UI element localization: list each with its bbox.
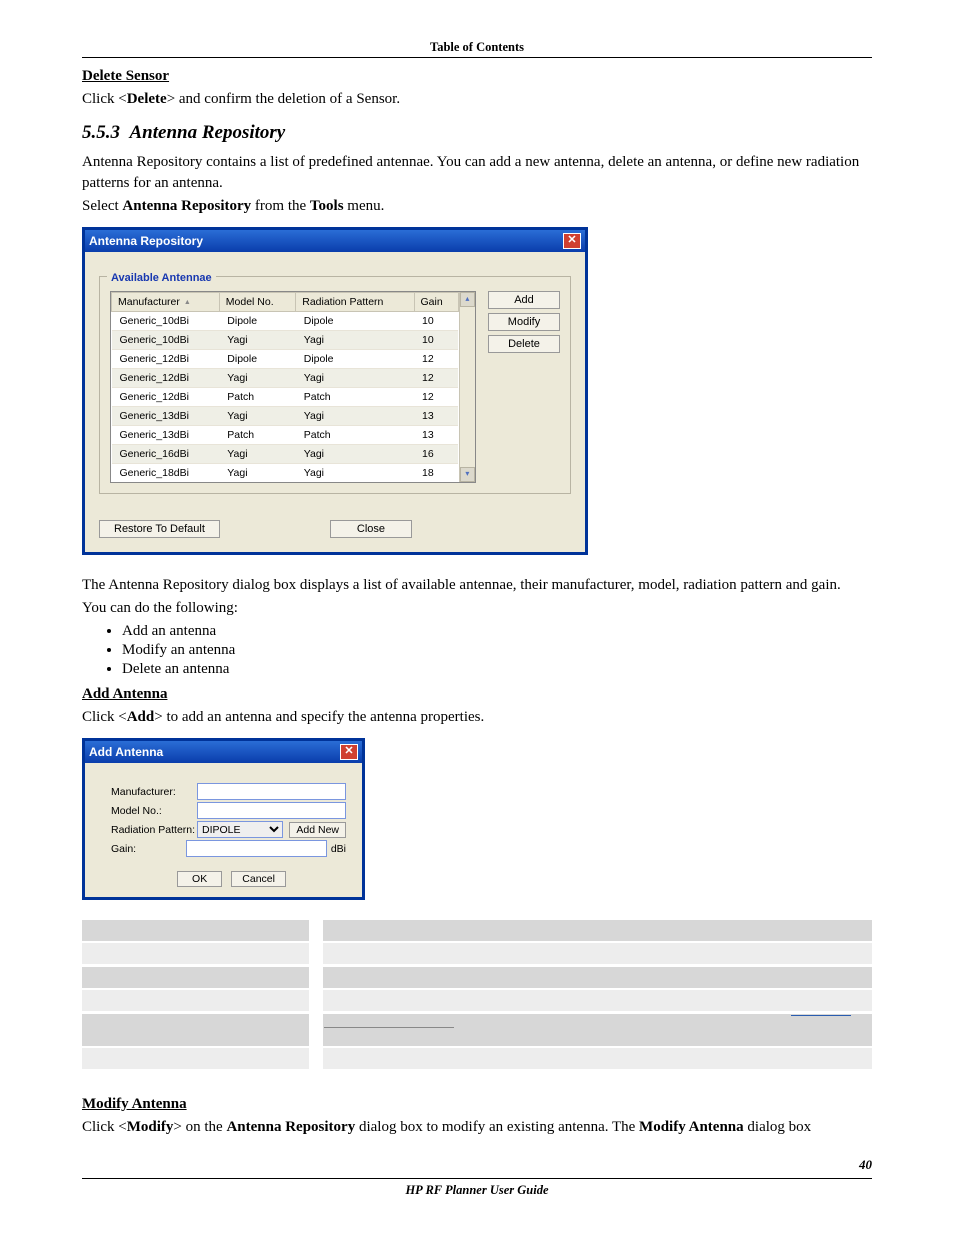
para-delete-sensor: Click <Delete> and confirm the deletion … (82, 89, 872, 110)
table-row[interactable]: Generic_13dBiPatchPatch13 (112, 426, 459, 445)
table-row[interactable]: Generic_10dBiYagiYagi10 (112, 331, 459, 350)
table-row[interactable]: Generic_12dBiPatchPatch12 (112, 388, 459, 407)
antenna-repository-dialog: Antenna Repository ✕ Available Antennae … (82, 227, 588, 555)
page-number: 40 (859, 1157, 872, 1173)
para-can-do: You can do the following: (82, 598, 872, 619)
scrollbar[interactable]: ▴ ▾ (459, 292, 475, 482)
close-icon[interactable]: ✕ (563, 233, 581, 249)
heading-antenna-repository: 5.5.3 Antenna Repository (82, 122, 872, 144)
para-add-antenna: Click <Add> to add an antenna and specif… (82, 707, 872, 728)
scroll-down-icon[interactable]: ▾ (460, 467, 475, 482)
scroll-up-icon[interactable]: ▴ (460, 292, 475, 307)
delete-button[interactable]: Delete (488, 335, 560, 353)
unit-dbi: dBi (331, 843, 346, 855)
add-antenna-dialog: Add Antenna ✕ Manufacturer: Model No.: R… (82, 738, 365, 900)
col-pattern[interactable]: Radiation Pattern (296, 293, 414, 312)
dialog-title: Add Antenna (89, 745, 163, 759)
group-label: Available Antennae (107, 272, 216, 284)
footer: 40 HP RF Planner User Guide (82, 1178, 872, 1198)
col-model[interactable]: Model No. (219, 293, 295, 312)
ok-button[interactable]: OK (177, 871, 222, 887)
dialog-title: Antenna Repository (89, 234, 203, 248)
placeholder-table (82, 920, 872, 1072)
col-gain[interactable]: Gain (414, 293, 458, 312)
col-manufacturer[interactable]: Manufacturer▲ (112, 293, 220, 312)
cancel-button[interactable]: Cancel (231, 871, 286, 887)
add-button[interactable]: Add (488, 291, 560, 309)
link-placeholder (791, 1015, 851, 1016)
antenna-table: Manufacturer▲ Model No. Radiation Patter… (111, 292, 459, 482)
table-row[interactable]: Generic_18dBiYagiYagi18 (112, 464, 459, 483)
list-item: Modify an antenna (122, 642, 872, 659)
bullet-list: Add an antenna Modify an antenna Delete … (122, 623, 872, 678)
modify-button[interactable]: Modify (488, 313, 560, 331)
table-row[interactable]: Generic_13dBiYagiYagi13 (112, 407, 459, 426)
table-row[interactable]: Generic_12dBiYagiYagi12 (112, 369, 459, 388)
manufacturer-input[interactable] (197, 783, 346, 800)
sort-asc-icon: ▲ (184, 299, 191, 306)
restore-default-button[interactable]: Restore To Default (99, 520, 220, 538)
label-model: Model No.: (111, 805, 197, 817)
para-modify-antenna: Click <Modify> on the Antenna Repository… (82, 1117, 872, 1138)
table-row[interactable]: Generic_16dBiYagiYagi16 (112, 445, 459, 464)
para-repo-desc: Antenna Repository contains a list of pr… (82, 152, 872, 194)
para-after-repo: The Antenna Repository dialog box displa… (82, 575, 872, 596)
table-row[interactable]: Generic_10dBiDipoleDipole10 (112, 312, 459, 331)
heading-delete-sensor: Delete Sensor (82, 68, 872, 85)
label-pattern: Radiation Pattern: (111, 824, 197, 836)
pattern-select[interactable]: DIPOLE (197, 821, 283, 838)
heading-modify-antenna: Modify Antenna (82, 1096, 872, 1113)
label-manufacturer: Manufacturer: (111, 786, 197, 798)
gain-input[interactable] (186, 840, 327, 857)
model-input[interactable] (197, 802, 346, 819)
add-new-button[interactable]: Add New (289, 822, 346, 838)
label-gain: Gain: (111, 843, 186, 855)
para-repo-select: Select Antenna Repository from the Tools… (82, 196, 872, 217)
close-icon[interactable]: ✕ (340, 744, 358, 760)
header-toc: Table of Contents (82, 40, 872, 58)
list-item: Add an antenna (122, 623, 872, 640)
footer-text: HP RF Planner User Guide (405, 1183, 548, 1197)
close-button[interactable]: Close (330, 520, 412, 538)
list-item: Delete an antenna (122, 661, 872, 678)
heading-add-antenna: Add Antenna (82, 686, 872, 703)
table-row[interactable]: Generic_12dBiDipoleDipole12 (112, 350, 459, 369)
